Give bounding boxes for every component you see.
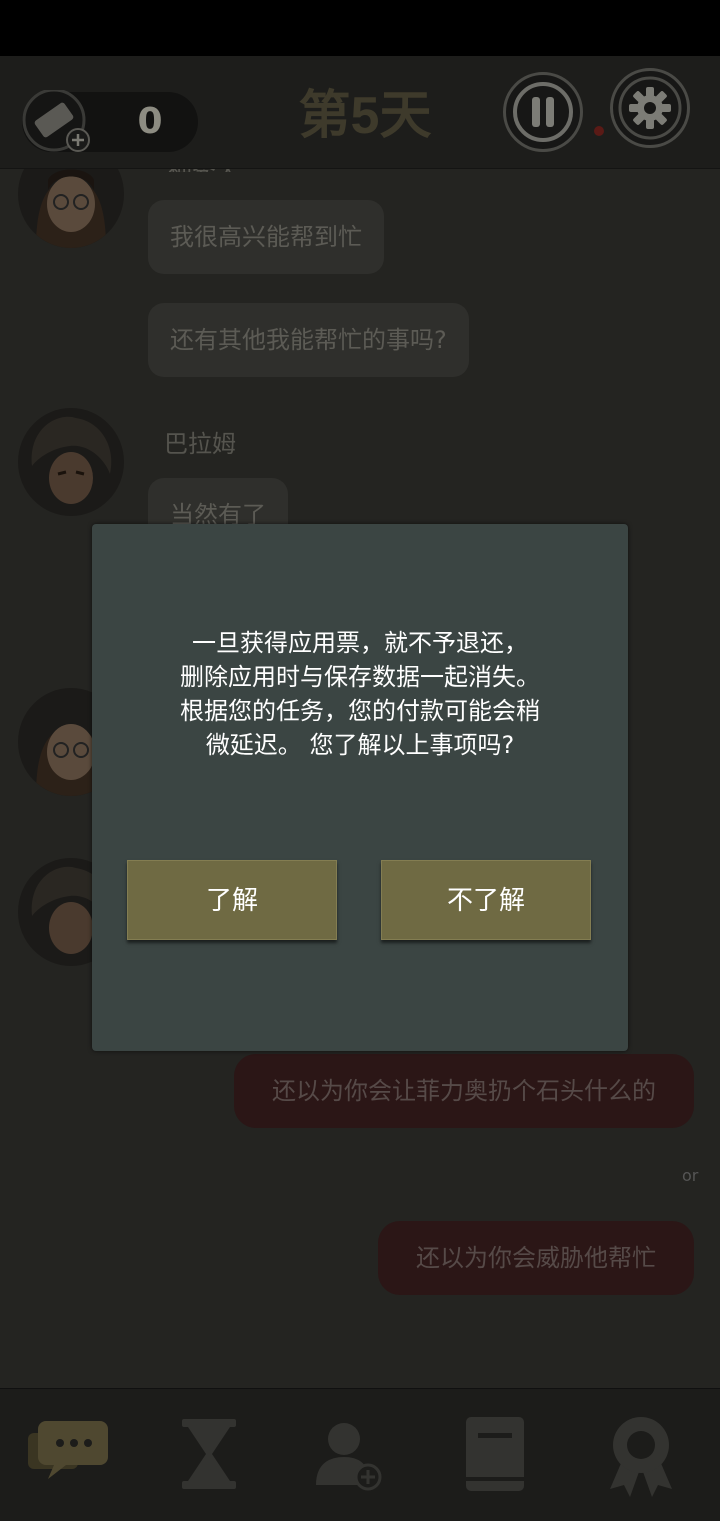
- status-bar: [0, 0, 720, 56]
- reply-option[interactable]: 还以为你会让菲力奥扔个石头什么的: [234, 1054, 694, 1128]
- avatar-balam[interactable]: [18, 408, 124, 516]
- dialog-message-line: 根据您的任务，您的付款可能会稍: [180, 697, 540, 725]
- ticket-count: 0: [137, 101, 163, 142]
- dialog-message-line: 删除应用时与保存数据一起消失。: [180, 663, 540, 691]
- bottom-nav: [0, 1388, 720, 1521]
- or-label: or: [682, 1166, 699, 1185]
- confirm-dialog: 一旦获得应用票，就不予退还， 删除应用时与保存数据一起消失。 根据您的任务，您的…: [92, 524, 628, 1051]
- pause-button[interactable]: [503, 72, 583, 152]
- top-bar: 0 第5天: [0, 56, 720, 169]
- speaker-name: 巴拉姆: [164, 430, 236, 458]
- day-title: 第5天: [298, 87, 432, 145]
- notification-dot: [594, 126, 604, 136]
- settings-button[interactable]: [610, 68, 690, 148]
- award-icon[interactable]: [596, 1409, 686, 1499]
- chat-message: 还有其他我能帮忙的事吗?: [148, 303, 469, 377]
- not-understand-button[interactable]: 不了解: [381, 860, 591, 940]
- gear-icon: [618, 76, 682, 140]
- dialog-message: 一旦获得应用票，就不予退还， 删除应用时与保存数据一起消失。 根据您的任务，您的…: [122, 626, 598, 762]
- chat-message-partial: 当然有了: [148, 478, 288, 524]
- chat-message: 我很高兴能帮到忙: [148, 200, 384, 274]
- dialog-message-line: 一旦获得应用票，就不予退还，: [192, 629, 528, 657]
- hourglass-icon[interactable]: [164, 1409, 254, 1499]
- add-friend-icon[interactable]: [304, 1409, 394, 1499]
- understand-button[interactable]: 了解: [127, 860, 337, 940]
- pause-icon: [513, 82, 573, 142]
- book-icon[interactable]: [450, 1409, 540, 1499]
- dialog-message-line: 微延迟。 您了解以上事项吗?: [205, 731, 515, 759]
- ticket-add-icon[interactable]: [22, 88, 92, 154]
- reply-option[interactable]: 还以为你会威胁他帮忙: [378, 1221, 694, 1295]
- chat-icon[interactable]: [24, 1409, 114, 1499]
